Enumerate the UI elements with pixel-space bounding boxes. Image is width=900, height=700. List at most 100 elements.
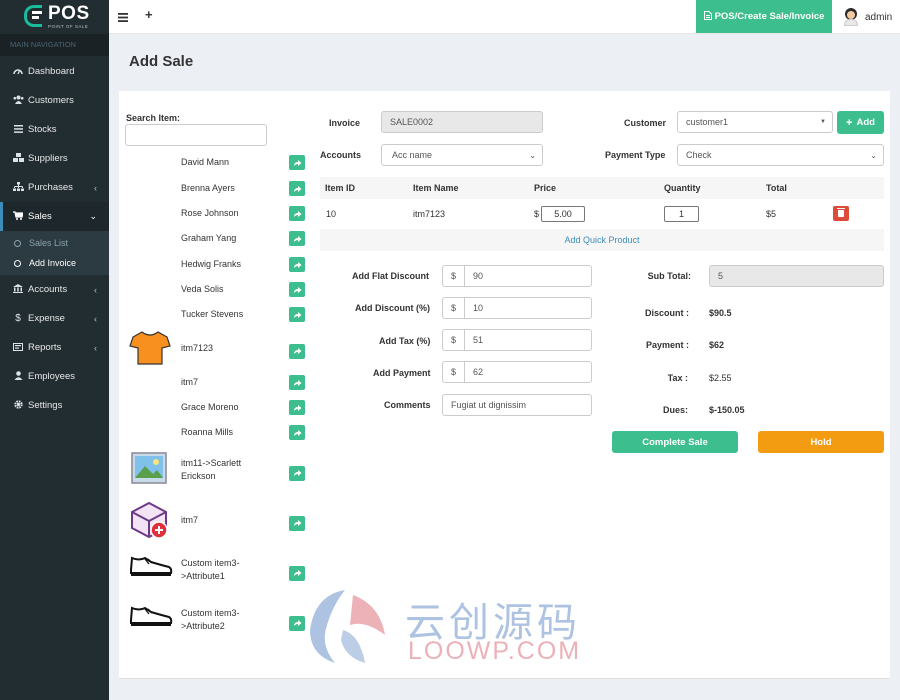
sidebar-item-settings[interactable]: Settings (0, 391, 109, 420)
add-quick-product-link[interactable]: Add Quick Product (320, 229, 884, 251)
payment-type-label: Payment Type (605, 150, 666, 160)
subtotal-label: Sub Total: (647, 271, 691, 281)
sidebar-item-reports[interactable]: Reports ‹ (0, 333, 109, 362)
sidebar-item-accounts[interactable]: Accounts ‹ (0, 275, 109, 304)
topbar: + POS/Create Sale/Invoice admin (109, 0, 900, 34)
payment-type-value: Check (686, 150, 712, 160)
list-item: itm7 (125, 500, 310, 540)
discount-summary-label: Discount : (645, 308, 689, 318)
sidebar-item-sales[interactable]: Sales ⌄ (0, 202, 109, 231)
sidebar-item-label: Accounts (28, 284, 68, 295)
item-name: itm7 (181, 514, 199, 525)
sidebar-subitem-sales-list[interactable]: Sales List (0, 233, 109, 253)
share-arrow-icon (293, 235, 301, 242)
share-arrow-icon (293, 379, 301, 386)
item-name: Roanna Mills (181, 427, 234, 437)
add-item-button[interactable] (289, 231, 305, 246)
add-item-button[interactable] (289, 155, 305, 170)
sidebar-item-label: Suppliers (28, 153, 68, 164)
discount-pct-field[interactable]: $10 (442, 297, 592, 319)
sidebar-item-dashboard[interactable]: Dashboard (0, 57, 109, 86)
sidebar-item-label: Purchases (28, 182, 73, 193)
add-item-button[interactable] (289, 400, 305, 415)
users-icon (12, 95, 24, 106)
add-item-button[interactable] (289, 282, 305, 297)
sidebar: POS POINT OF SALE MAIN NAVIGATION Dashbo… (0, 0, 109, 700)
logo[interactable]: POS POINT OF SALE (0, 0, 109, 34)
box-add-icon (129, 500, 171, 543)
gear-icon (12, 400, 24, 411)
chevron-left-icon: ‹ (94, 182, 97, 193)
dashboard-icon (12, 66, 24, 77)
dues-label: Dues: (662, 405, 688, 415)
cell-currency: $ (534, 209, 540, 219)
sidebar-item-suppliers[interactable]: Suppliers (0, 144, 109, 173)
share-arrow-icon (293, 404, 301, 411)
sidebar-item-expense[interactable]: $ Expense ‹ (0, 304, 109, 333)
sidebar-item-stocks[interactable]: Stocks (0, 115, 109, 144)
accounts-select[interactable]: Acc name ⌄ (381, 144, 543, 166)
tax-pct-field[interactable]: $51 (442, 329, 592, 351)
sidebar-item-purchases[interactable]: Purchases ‹ (0, 173, 109, 202)
add-item-button[interactable] (289, 615, 305, 631)
report-icon (12, 342, 24, 353)
comments-field[interactable]: Fugiat ut dignissim (442, 394, 592, 416)
add-item-button[interactable] (289, 375, 305, 390)
complete-sale-button[interactable]: Complete Sale (612, 431, 738, 453)
list-item: Roanna Mills (125, 425, 310, 440)
sidebar-item-label: Customers (28, 95, 74, 106)
circle-icon (14, 239, 21, 247)
flat-discount-value[interactable]: 90 (464, 265, 592, 287)
comments-value: Fugiat ut dignissim (451, 400, 527, 410)
hold-button[interactable]: Hold (758, 431, 884, 453)
pos-create-sale-button[interactable]: POS/Create Sale/Invoice (696, 0, 832, 33)
add-item-button[interactable] (289, 425, 305, 440)
discount-pct-value[interactable]: 10 (464, 297, 592, 319)
invoice-value: SALE0002 (390, 117, 434, 127)
plus-icon[interactable]: + (145, 7, 153, 22)
delete-row-button[interactable] (833, 206, 849, 221)
payment-label: Add Payment (373, 368, 431, 378)
add-item-button[interactable] (289, 257, 305, 272)
add-item-button[interactable] (289, 465, 305, 481)
circle-icon (14, 259, 21, 267)
item-name: Rose Johnson (181, 208, 239, 218)
user-name[interactable]: admin (865, 12, 892, 23)
page-title: Add Sale (129, 53, 194, 70)
sidebar-subitem-label: Add Invoice (29, 258, 77, 268)
subtotal-field: 5 (709, 265, 884, 287)
price-input[interactable]: 5.00 (541, 206, 585, 222)
add-item-button[interactable] (289, 181, 305, 196)
sidebar-subitem-label: Sales List (29, 238, 69, 248)
tax-pct-value[interactable]: 51 (464, 329, 592, 351)
share-arrow-icon (293, 261, 301, 268)
col-quantity: Quantity (664, 183, 701, 193)
add-item-button[interactable] (289, 206, 305, 221)
add-customer-button[interactable]: + Add (837, 111, 884, 134)
add-item-button[interactable] (289, 307, 305, 322)
sidebar-item-employees[interactable]: Employees (0, 362, 109, 391)
add-item-button[interactable] (289, 515, 305, 531)
customer-value: customer1 (686, 117, 729, 127)
cell-total: $5 (766, 209, 777, 219)
list-item: Brenna Ayers (125, 181, 310, 196)
sidebar-item-label: Reports (28, 342, 62, 353)
invoice-field: SALE0002 (381, 111, 543, 133)
add-item-button[interactable] (289, 343, 305, 359)
menu-toggle-icon[interactable] (118, 10, 128, 25)
sidebar-subitem-add-invoice[interactable]: Add Invoice (0, 253, 109, 273)
customer-select[interactable]: customer1 ▼ (677, 111, 833, 133)
payment-type-select[interactable]: Check ⌄ (677, 144, 884, 166)
sidebar-item-customers[interactable]: Customers (0, 86, 109, 115)
payment-field[interactable]: $62 (442, 361, 592, 383)
search-label: Search Item: (126, 113, 181, 123)
payment-summary-value: $62 (709, 340, 725, 350)
avatar[interactable] (843, 8, 859, 26)
search-input[interactable] (125, 124, 267, 146)
share-arrow-icon (293, 159, 301, 166)
quantity-input[interactable]: 1 (664, 206, 699, 222)
payment-value[interactable]: 62 (464, 361, 592, 383)
flat-discount-field[interactable]: $90 (442, 265, 592, 287)
chevron-left-icon: ‹ (94, 342, 97, 353)
add-item-button[interactable] (289, 565, 305, 581)
